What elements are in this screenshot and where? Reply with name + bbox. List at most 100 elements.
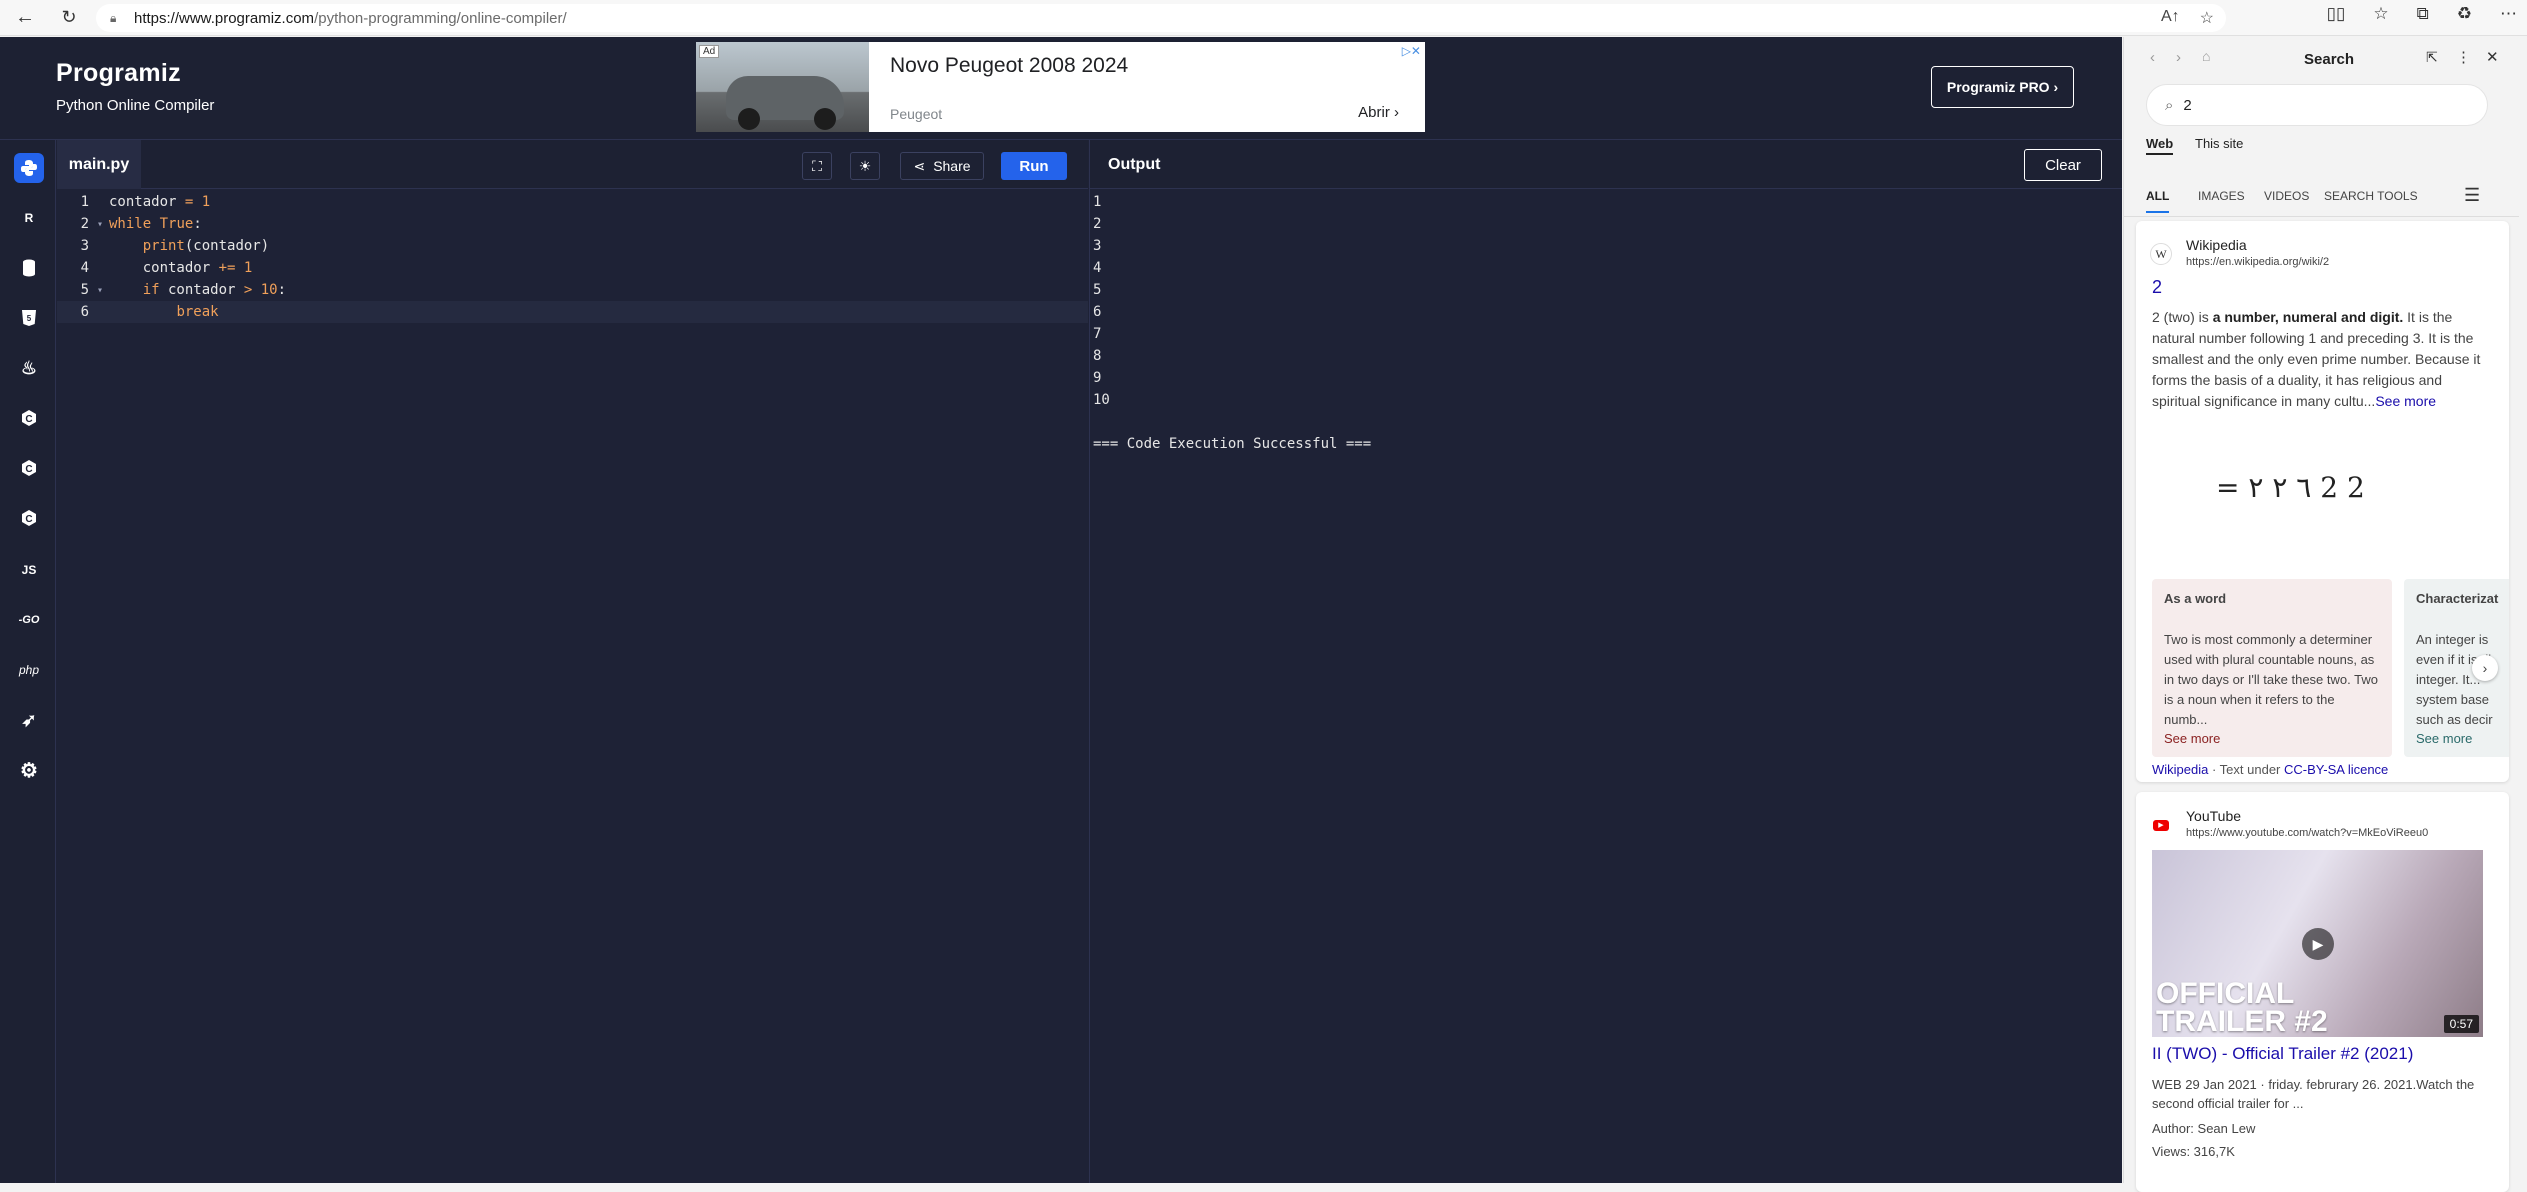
output-line: 10 (1093, 392, 1110, 408)
wikipedia-link[interactable]: Wikipedia (2152, 762, 2208, 777)
extensions-icon[interactable]: ♻ (2457, 4, 2472, 24)
svg-text:C: C (25, 414, 32, 425)
compiler-subtitle: Python Online Compiler (56, 97, 215, 114)
cpp-icon[interactable]: C (14, 453, 44, 483)
r-language-icon[interactable]: R (14, 203, 44, 233)
see-more-link[interactable]: See more (2416, 731, 2472, 746)
output-line: 1 (1093, 194, 1102, 210)
license-link[interactable]: CC-BY-SA licence (2284, 762, 2388, 777)
programiz-pro-button[interactable]: Programiz PRO › (1931, 66, 2074, 108)
code-line-active: 6 break (57, 301, 1088, 323)
favorites-icon[interactable]: ☆ (2373, 4, 2388, 24)
rust-icon[interactable]: ⚙ (14, 755, 44, 785)
tab-all[interactable]: ALL (2146, 189, 2170, 213)
panel-home-icon[interactable]: ⌂ (2202, 48, 2210, 64)
numeral-evolution-image: = ٦ ٢ ٢ 2 2 (2216, 471, 2365, 504)
share-button[interactable]: ⋖ Share (900, 152, 984, 180)
favorite-star-icon[interactable]: ☆ (2200, 8, 2214, 28)
card-text: Two is most commonly a determiner used w… (2164, 632, 2378, 727)
result-url[interactable]: https://www.youtube.com/watch?v=MkEoViRe… (2186, 827, 2428, 839)
code-text: if contador > 10: (142, 282, 287, 298)
split-screen-icon[interactable]: ▯▯ (2327, 4, 2346, 24)
ad-car-image[interactable] (696, 42, 869, 132)
code-line: 1 contador = 1 (57, 191, 1088, 213)
result-title-link[interactable]: 2 (2152, 277, 2162, 298)
address-bar[interactable]: 🔒︎ https://www.programiz.com/python-prog… (96, 4, 2226, 32)
compiler-app: Programiz Python Online Compiler Ad Novo… (0, 37, 2122, 1183)
more-menu-icon[interactable]: ⋯ (2500, 4, 2517, 24)
hamburger-menu-icon[interactable]: ☰ (2464, 185, 2480, 206)
panel-back-icon[interactable]: ‹ (2150, 49, 2155, 66)
javascript-icon[interactable]: JS (14, 555, 44, 585)
see-more-link[interactable]: See more (2164, 731, 2220, 746)
html-icon[interactable]: 5 (14, 303, 44, 333)
share-icon: ⋖ (913, 157, 926, 174)
sql-icon[interactable] (14, 253, 44, 283)
output-title: Output (1108, 155, 1161, 173)
output-line: 9 (1093, 370, 1102, 386)
tab-search-tools[interactable]: SEARCH TOOLS (2324, 189, 2418, 203)
line-number: 2 (80, 216, 89, 232)
video-title-link[interactable]: II (TWO) - Official Trailer #2 (2021) (2152, 1044, 2413, 1064)
see-more-link[interactable]: See more (2375, 393, 2436, 409)
collections-icon[interactable]: ⧉ (2417, 4, 2429, 24)
youtube-icon: ▶ (2150, 814, 2172, 836)
search-input[interactable]: ⌕ 2 (2146, 84, 2488, 126)
output-console[interactable]: 1 2 3 4 5 6 7 8 9 10 === Code Execution … (1089, 189, 2122, 1183)
search-side-panel: ‹ › ⌂ Search ⇱ ⋮ ✕ ⌕ 2 Web This site ALL… (2123, 37, 2527, 1192)
php-icon[interactable]: php (14, 655, 44, 685)
code-text: while True: (109, 216, 202, 232)
tab-images[interactable]: IMAGES (2198, 189, 2245, 203)
csharp-icon[interactable]: C (14, 503, 44, 533)
swift-icon[interactable]: ➶ (14, 705, 44, 735)
code-editor[interactable]: 1 contador = 1 2 ▾ while True: 3 print(co… (57, 189, 1088, 1183)
tab-videos[interactable]: VIDEOS (2264, 189, 2309, 203)
url-host: https://www.programiz.com (134, 9, 315, 27)
panel-title: Search (2304, 51, 2355, 68)
java-icon[interactable]: ♨ (14, 353, 44, 383)
theme-toggle-icon[interactable]: ☀ (850, 152, 880, 180)
output-line: 5 (1093, 282, 1102, 298)
tab-main-py[interactable]: main.py (57, 140, 141, 189)
ad-close-icon[interactable]: ▷✕ (1402, 44, 1421, 58)
result-url[interactable]: https://en.wikipedia.org/wiki/2 (2186, 256, 2329, 268)
panel-header: ‹ › ⌂ Search ⇱ ⋮ ✕ (2124, 37, 2527, 83)
video-views: Views: 316,7K (2152, 1144, 2235, 1159)
fullscreen-icon[interactable]: ⛶ (802, 152, 832, 180)
panel-forward-icon[interactable]: › (2176, 49, 2181, 66)
line-number: 6 (80, 304, 89, 320)
scope-this-site[interactable]: This site (2195, 136, 2243, 151)
line-number: 4 (80, 260, 89, 276)
search-icon: ⌕ (2165, 96, 2174, 114)
fold-arrow-icon[interactable]: ▾ (97, 219, 109, 230)
scope-web[interactable]: Web (2146, 136, 2174, 155)
open-new-tab-icon[interactable]: ⇱ (2426, 49, 2438, 66)
carousel-next-icon[interactable]: › (2472, 655, 2498, 681)
panel-more-icon[interactable]: ⋮ (2456, 48, 2471, 66)
clear-button[interactable]: Clear (2024, 149, 2102, 181)
fold-arrow-icon[interactable]: ▾ (97, 285, 109, 296)
license-line: Wikipedia · Text under CC-BY-SA licence (2152, 762, 2389, 777)
wikipedia-result-card: W Wikipedia https://en.wikipedia.org/wik… (2136, 221, 2509, 782)
go-icon[interactable]: -GO (14, 605, 44, 635)
refresh-icon[interactable]: ↻ (54, 3, 84, 33)
ad-brand: Peugeot (890, 106, 943, 122)
read-aloud-icon[interactable]: A↑ (2161, 8, 2180, 28)
video-thumbnail[interactable]: OFFICIAL TRAILER #2 ▶ 0:57 (2152, 850, 2483, 1037)
code-line: 4 contador += 1 (57, 257, 1088, 279)
search-query: 2 (2183, 96, 2192, 114)
c-icon[interactable]: C (14, 403, 44, 433)
python-icon[interactable] (14, 153, 44, 183)
code-line: 3 print(contador) (57, 235, 1088, 257)
ad-title[interactable]: Novo Peugeot 2008 2024 (890, 54, 1128, 78)
play-icon[interactable]: ▶ (2302, 928, 2334, 960)
panel-close-icon[interactable]: ✕ (2486, 48, 2499, 66)
as-a-word-card[interactable]: As a word Two is most commonly a determi… (2152, 579, 2392, 757)
ad-open-link[interactable]: Abrir › (1358, 104, 1399, 121)
svg-text:C: C (25, 464, 32, 475)
back-icon[interactable]: ← (10, 3, 40, 33)
top-bar: Programiz Python Online Compiler Ad Novo… (0, 37, 2122, 140)
run-button[interactable]: Run (1001, 152, 1067, 180)
programiz-logo[interactable]: Programiz (56, 59, 181, 88)
advertisement[interactable]: Ad Novo Peugeot 2008 2024 Peugeot Abrir … (696, 42, 1425, 132)
